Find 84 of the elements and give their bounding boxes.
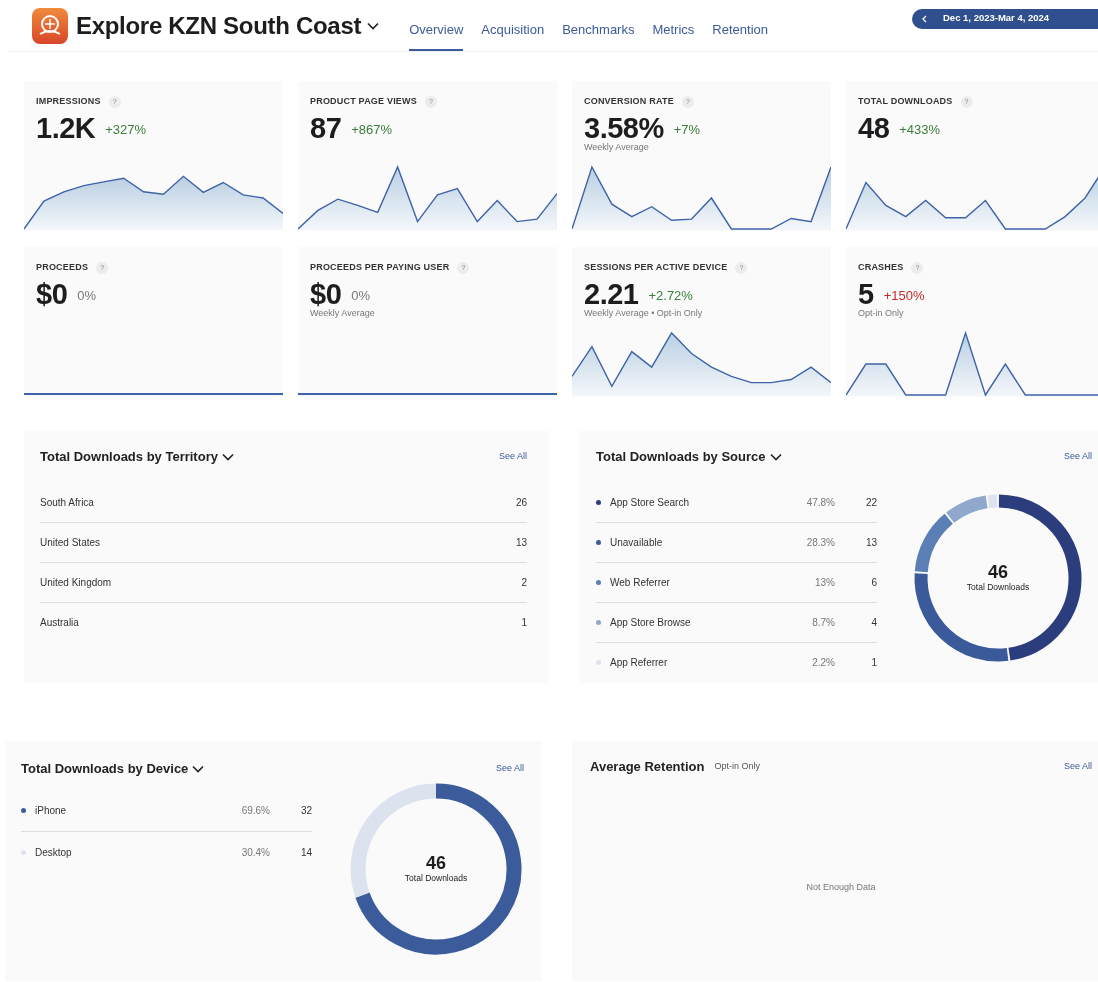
metric-label: PROCEEDS PER PAYING USER bbox=[310, 261, 450, 274]
app-title: Explore KZN South Coast bbox=[76, 10, 362, 41]
chevron-down-icon[interactable] bbox=[221, 452, 234, 461]
nav-tab[interactable]: Benchmarks bbox=[562, 5, 635, 51]
metric-value: 3.58% bbox=[584, 112, 664, 143]
chevron-down-icon[interactable] bbox=[192, 764, 205, 773]
legend-label: App Store Browse bbox=[610, 615, 691, 630]
date-range-button[interactable]: Dec 1, 2023-Mar 4, 2024 bbox=[912, 8, 1098, 29]
metric-change: +327% bbox=[105, 121, 147, 140]
panel-title: Average Retention bbox=[590, 758, 705, 776]
legend-label: Unavailable bbox=[610, 535, 663, 550]
territory-name: Australia bbox=[40, 616, 79, 630]
territory-count: 26 bbox=[515, 495, 527, 510]
legend-count: 32 bbox=[299, 804, 312, 818]
donut-total: 46 bbox=[425, 853, 447, 872]
legend-share: 69.6% bbox=[240, 804, 270, 818]
chevron-down-icon[interactable] bbox=[367, 21, 380, 30]
see-all-link[interactable]: See All bbox=[1063, 760, 1092, 774]
metric-note: Opt-in Only bbox=[858, 308, 905, 319]
panel-title: Total Downloads by Territory bbox=[40, 448, 218, 466]
see-all-link[interactable]: See All bbox=[495, 762, 524, 776]
metric-label: PRODUCT PAGE VIEWS bbox=[310, 95, 417, 108]
empty-message: Not Enough Data bbox=[806, 881, 876, 892]
territory-name: United States bbox=[40, 535, 101, 550]
nav-tab[interactable]: Metrics bbox=[652, 5, 695, 51]
legend-count: 6 bbox=[870, 575, 877, 590]
metric-label: SESSIONS PER ACTIVE DEVICE bbox=[584, 261, 728, 274]
legend-share: 30.4% bbox=[240, 845, 270, 860]
legend-share: 47.8% bbox=[805, 495, 835, 510]
legend-count: 4 bbox=[870, 615, 877, 630]
app-logo-icon bbox=[32, 7, 68, 44]
legend-share: 8.7% bbox=[811, 615, 835, 630]
legend-share: 2.2% bbox=[811, 656, 835, 670]
donut-total: 46 bbox=[987, 562, 1010, 581]
legend-label: App Store Search bbox=[610, 495, 689, 510]
metric-value: 48 bbox=[858, 112, 890, 143]
panel-title: Total Downloads by Device bbox=[21, 760, 189, 778]
territory-name: South Africa bbox=[40, 495, 94, 510]
metric-note: Weekly Average bbox=[584, 142, 650, 153]
metric-change: +7% bbox=[673, 121, 701, 140]
metric-note: Weekly Average • Opt-in Only bbox=[584, 308, 704, 319]
legend-label: App Referrer bbox=[610, 656, 668, 670]
metric-label: CONVERSION RATE bbox=[584, 95, 674, 108]
metric-label: IMPRESSIONS bbox=[36, 95, 101, 108]
legend-share: 28.3% bbox=[805, 535, 835, 550]
territory-count: 2 bbox=[521, 575, 527, 590]
panel-note: Opt-in Only bbox=[714, 760, 760, 773]
territory-count: 1 bbox=[521, 616, 527, 630]
legend-label: iPhone bbox=[35, 804, 67, 818]
metric-change: +433% bbox=[899, 121, 941, 140]
nav-tab[interactable]: Acquisition bbox=[481, 5, 545, 51]
territory-count: 13 bbox=[515, 535, 527, 550]
legend-count: 22 bbox=[864, 495, 877, 510]
metric-label: CRASHES bbox=[858, 261, 904, 274]
donut-total-label: Total Downloads bbox=[404, 871, 468, 884]
nav-tab[interactable]: Overview bbox=[409, 5, 464, 51]
panel-title: Total Downloads by Source bbox=[596, 448, 766, 466]
metric-value: 5 bbox=[858, 278, 874, 309]
legend-count: 1 bbox=[870, 656, 877, 670]
legend-count: 14 bbox=[299, 845, 312, 860]
metric-note: Weekly Average bbox=[310, 308, 376, 319]
metric-label: PROCEEDS bbox=[36, 261, 89, 274]
legend-share: 13% bbox=[814, 575, 835, 590]
donut-total-label: Total Downloads bbox=[966, 580, 1030, 593]
chevron-down-icon[interactable] bbox=[769, 452, 782, 461]
metric-value: $0 bbox=[36, 278, 68, 309]
metric-value: $0 bbox=[310, 278, 342, 309]
chevron-left-icon[interactable] bbox=[922, 14, 927, 23]
metric-change: +867% bbox=[351, 121, 393, 140]
metric-change: 0% bbox=[351, 287, 371, 306]
metric-change: +150% bbox=[883, 287, 925, 306]
metric-change: 0% bbox=[77, 287, 97, 306]
legend-label: Desktop bbox=[35, 845, 72, 860]
metric-label: TOTAL DOWNLOADS bbox=[858, 95, 953, 108]
nav-tab[interactable]: Retention bbox=[712, 5, 768, 51]
legend-count: 13 bbox=[864, 535, 877, 550]
metric-value: 2.21 bbox=[584, 278, 639, 309]
metric-change: +2.72% bbox=[648, 287, 693, 306]
metric-value: 87 bbox=[310, 112, 342, 143]
territory-name: United Kingdom bbox=[40, 575, 112, 590]
see-all-link[interactable]: See All bbox=[499, 450, 527, 464]
metric-value: 1.2K bbox=[36, 112, 96, 143]
legend-label: Web Referrer bbox=[610, 575, 670, 590]
see-all-link[interactable]: See All bbox=[1063, 450, 1092, 464]
